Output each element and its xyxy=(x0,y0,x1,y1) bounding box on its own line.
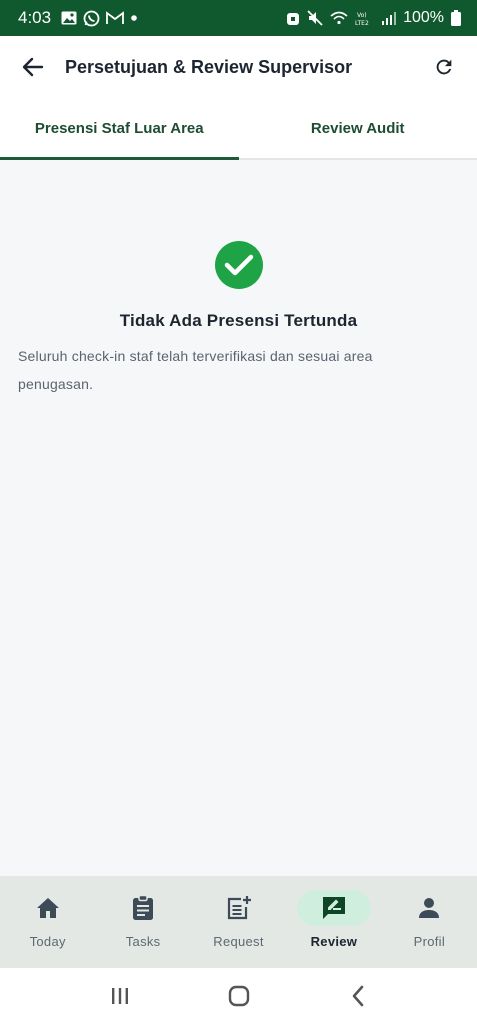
whatsapp-icon xyxy=(83,10,100,27)
nav-item-review[interactable]: Review xyxy=(286,876,381,968)
refresh-icon xyxy=(436,59,452,75)
page-title: Persetujuan & Review Supervisor xyxy=(65,56,353,77)
svg-text:Vo): Vo) xyxy=(357,12,367,19)
status-right: Vo) LTE2 100% xyxy=(286,9,461,27)
rate-review-icon xyxy=(296,890,371,926)
nav-label-review: Review xyxy=(310,934,358,949)
empty-state-title: Tidak Ada Presensi Tertunda xyxy=(119,311,358,330)
signal-icon xyxy=(382,11,397,25)
app-bar: Persetujuan & Review Supervisor xyxy=(0,36,477,98)
system-back-button[interactable] xyxy=(338,976,378,1016)
gmail-icon xyxy=(106,11,124,25)
recent-apps-button[interactable] xyxy=(100,976,140,1016)
nav-label-request: Request xyxy=(213,934,264,949)
battery-icon xyxy=(451,10,461,26)
status-time: 4:03 xyxy=(18,8,52,27)
nav-label-profil: Profil xyxy=(413,934,446,949)
status-bar: 4:03 Vo) LTE2 100% xyxy=(0,0,477,36)
dot-icon xyxy=(130,14,138,22)
post-add-icon xyxy=(207,890,271,926)
alarm-lock-icon xyxy=(286,10,300,26)
bottom-navigation: Today Tasks Request Review Profil xyxy=(0,876,477,968)
lte-icon: Vo) LTE2 xyxy=(355,10,375,26)
home-icon xyxy=(16,890,80,926)
home-circle-icon xyxy=(228,985,249,1007)
nav-item-tasks[interactable]: Tasks xyxy=(95,876,190,968)
tab-review-audit[interactable]: Review Audit xyxy=(239,98,477,158)
nav-item-profil[interactable]: Profil xyxy=(382,876,477,968)
recent-apps-icon xyxy=(111,988,128,1004)
nav-label-tasks: Tasks xyxy=(125,934,161,949)
system-navigation-bar xyxy=(0,968,477,1024)
svg-text:LTE2: LTE2 xyxy=(355,20,369,26)
gallery-icon xyxy=(61,11,77,25)
arrow-left-icon xyxy=(22,57,44,77)
tab-presensi-staf-luar-area[interactable]: Presensi Staf Luar Area xyxy=(0,98,239,160)
mute-icon xyxy=(307,10,323,26)
wifi-icon xyxy=(330,11,348,25)
nav-item-today[interactable]: Today xyxy=(0,876,95,968)
refresh-button[interactable] xyxy=(429,52,459,82)
check-circle-icon xyxy=(215,241,263,289)
person-icon xyxy=(397,890,461,926)
back-button[interactable] xyxy=(18,52,48,82)
nav-label-today: Today xyxy=(29,934,66,949)
clipboard-icon xyxy=(111,890,175,926)
tab-bar: Presensi Staf Luar Area Review Audit xyxy=(0,98,477,160)
empty-state-description: Seluruh check-in staf telah terverifikas… xyxy=(18,348,373,392)
chevron-left-icon xyxy=(352,985,363,1007)
nav-item-request[interactable]: Request xyxy=(191,876,286,968)
home-button[interactable] xyxy=(219,976,259,1016)
status-left: 4:03 xyxy=(18,8,138,28)
battery-percent: 100% xyxy=(403,9,444,26)
